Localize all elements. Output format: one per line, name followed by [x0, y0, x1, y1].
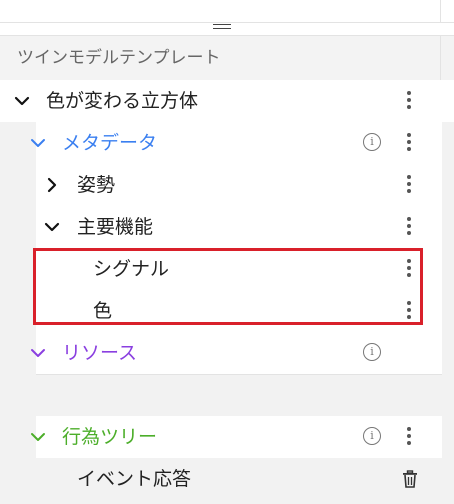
tree-item-label: 行為ツリー [62, 426, 158, 448]
kebab-icon[interactable] [407, 427, 411, 447]
tree-item-metadata[interactable]: メタデータ i [0, 122, 454, 164]
kebab-icon[interactable] [407, 175, 411, 195]
info-icon[interactable]: i [363, 427, 381, 445]
tree-item-root[interactable]: 色が変わる立方体 [0, 80, 454, 122]
tree-item-pose[interactable]: 姿勢 [0, 164, 454, 206]
tree-item-resources[interactable]: リソース i [0, 332, 454, 374]
empty-area [0, 374, 454, 416]
chevron-down-icon[interactable] [30, 429, 46, 445]
tree-item-label: メタデータ [62, 132, 158, 154]
tree-item-event-response[interactable]: イベント応答 [0, 458, 454, 504]
tree-item-main-function[interactable]: 主要機能 [0, 206, 454, 248]
top-strip [0, 0, 454, 22]
chevron-down-icon[interactable] [14, 93, 30, 109]
panel-header: ツインモデルテンプレート [0, 36, 454, 80]
tree-item-label: 主要機能 [77, 216, 154, 238]
tree-item-label: リソース [62, 342, 138, 364]
trash-icon[interactable] [400, 469, 420, 489]
tree-item-label: 色が変わる立方体 [46, 90, 199, 112]
chevron-down-icon[interactable] [30, 345, 46, 361]
divider [0, 22, 454, 23]
tree-item-behavior-tree[interactable]: 行為ツリー i [0, 416, 454, 458]
info-icon[interactable]: i [363, 343, 381, 361]
chevron-right-icon[interactable] [44, 177, 60, 193]
chevron-down-icon[interactable] [44, 219, 60, 235]
tree-item-label: 姿勢 [77, 174, 116, 196]
chevron-down-icon[interactable] [30, 135, 46, 151]
kebab-icon[interactable] [407, 217, 411, 237]
kebab-icon[interactable] [407, 133, 411, 153]
highlight-box [33, 248, 423, 325]
tree-item-label: イベント応答 [77, 468, 192, 490]
drag-handle-icon[interactable] [213, 24, 231, 30]
panel-title: ツインモデルテンプレート [17, 48, 221, 68]
info-icon[interactable]: i [363, 133, 381, 151]
kebab-icon[interactable] [407, 91, 411, 111]
